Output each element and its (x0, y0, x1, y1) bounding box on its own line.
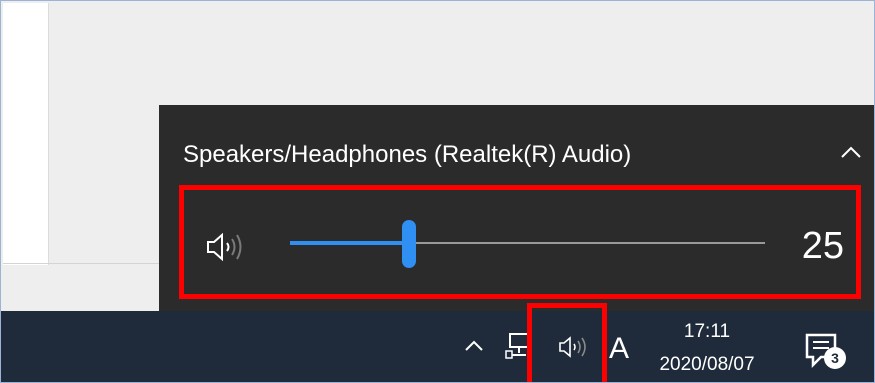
volume-slider-row-highlight: 25 (179, 185, 861, 299)
ime-indicator[interactable]: A (605, 331, 633, 367)
speaker-icon[interactable] (206, 232, 252, 262)
volume-slider-fill (290, 241, 409, 245)
clock-time: 17:11 (683, 321, 731, 342)
notification-count-badge: 3 (824, 347, 846, 369)
taskbar: A 17:11 2020/08/07 3 (1, 303, 874, 382)
tray-volume-highlight (527, 303, 607, 382)
speaker-icon[interactable] (559, 336, 591, 358)
taskbar-clock[interactable]: 17:11 2020/08/07 (641, 319, 773, 379)
background-left-panel (3, 3, 49, 265)
volume-flyout: Speakers/Headphones (Realtek(R) Audio) 2… (159, 105, 874, 311)
chevron-up-icon[interactable] (834, 135, 868, 169)
audio-device-name[interactable]: Speakers/Headphones (Realtek(R) Audio) (183, 141, 631, 169)
action-center-button[interactable]: 3 (801, 329, 847, 375)
volume-slider-thumb[interactable] (402, 220, 416, 268)
chevron-up-icon[interactable] (463, 337, 485, 355)
background-divider (3, 263, 163, 264)
volume-value: 25 (801, 225, 844, 267)
volume-slider[interactable] (290, 220, 765, 268)
screenshot-frame: Speakers/Headphones (Realtek(R) Audio) 2… (0, 0, 875, 383)
clock-date: 2020/08/07 (659, 354, 755, 375)
